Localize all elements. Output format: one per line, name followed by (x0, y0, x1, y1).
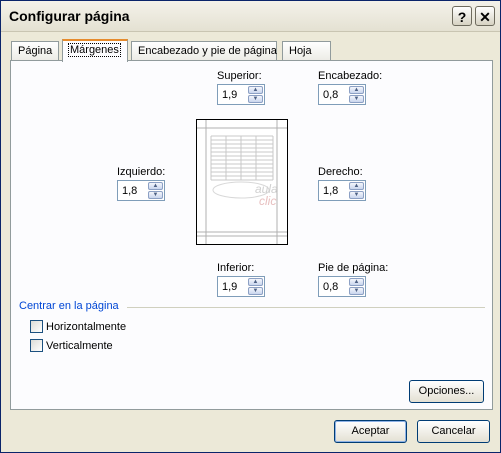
inferior-label: Inferior: (217, 262, 255, 274)
superior-down-icon[interactable]: ▼ (248, 95, 263, 103)
tab-encabezado-pie[interactable]: Encabezado y pie de página (131, 41, 277, 61)
izquierdo-value: 1,8 (122, 185, 138, 197)
izquierdo-label: Izquierdo: (117, 166, 166, 178)
izquierdo-spinner[interactable]: 1,8 ▲ ▼ (117, 180, 165, 201)
derecho-value: 1,8 (323, 185, 339, 197)
horizontal-checkbox[interactable] (30, 320, 43, 333)
cancel-button[interactable]: Cancelar (417, 420, 490, 443)
derecho-label: Derecho: (318, 166, 363, 178)
title-bar: Configurar página ? ✕ (1, 1, 500, 32)
izquierdo-down-icon[interactable]: ▼ (148, 191, 163, 199)
close-button[interactable]: ✕ (475, 6, 495, 26)
help-button[interactable]: ? (452, 6, 472, 26)
encabezado-down-icon[interactable]: ▼ (349, 95, 364, 103)
derecho-up-icon[interactable]: ▲ (349, 182, 364, 190)
tab-hoja[interactable]: Hoja (282, 41, 331, 61)
close-icon: ✕ (479, 9, 491, 25)
encabezado-spinner[interactable]: 0,8 ▲ ▼ (318, 84, 366, 105)
derecho-spinner[interactable]: 1,8 ▲ ▼ (318, 180, 366, 201)
pie-up-icon[interactable]: ▲ (349, 278, 364, 286)
superior-spinner[interactable]: 1,9 ▲ ▼ (217, 84, 265, 105)
margins-panel: Superior: 1,9 ▲ ▼ Encabezado: 0,8 ▲ ▼ au… (10, 60, 493, 410)
izquierdo-up-icon[interactable]: ▲ (148, 182, 163, 190)
encabezado-value: 0,8 (323, 89, 339, 101)
superior-label: Superior: (217, 70, 262, 82)
pie-spinner[interactable]: 0,8 ▲ ▼ (318, 276, 366, 297)
derecho-down-icon[interactable]: ▼ (349, 191, 364, 199)
inferior-spinner[interactable]: 1,9 ▲ ▼ (217, 276, 265, 297)
accept-button[interactable]: Aceptar (334, 420, 407, 443)
page-setup-dialog: Configurar página ? ✕ Página Márgenes En… (0, 0, 501, 453)
vertical-checkbox[interactable] (30, 339, 43, 352)
dialog-title: Configurar página (9, 8, 130, 24)
vertical-label[interactable]: Verticalmente (46, 340, 113, 352)
pie-value: 0,8 (323, 281, 339, 293)
pie-down-icon[interactable]: ▼ (349, 287, 364, 295)
superior-up-icon[interactable]: ▲ (248, 86, 263, 94)
encabezado-up-icon[interactable]: ▲ (349, 86, 364, 94)
watermark-clic: clic (259, 194, 277, 208)
tab-pagina[interactable]: Página (11, 41, 59, 61)
options-button[interactable]: Opciones... (409, 380, 484, 403)
page-preview: aula clic (196, 119, 288, 245)
inferior-up-icon[interactable]: ▲ (248, 278, 263, 286)
inferior-down-icon[interactable]: ▼ (248, 287, 263, 295)
horizontal-label[interactable]: Horizontalmente (46, 321, 126, 333)
encabezado-label: Encabezado: (318, 70, 383, 82)
inferior-value: 1,9 (222, 281, 238, 293)
tab-margenes[interactable]: Márgenes (62, 39, 128, 62)
group-divider (127, 307, 485, 308)
center-group-label: Centrar en la página (19, 300, 119, 312)
pie-label: Pie de página: (318, 262, 389, 274)
superior-value: 1,9 (222, 89, 238, 101)
